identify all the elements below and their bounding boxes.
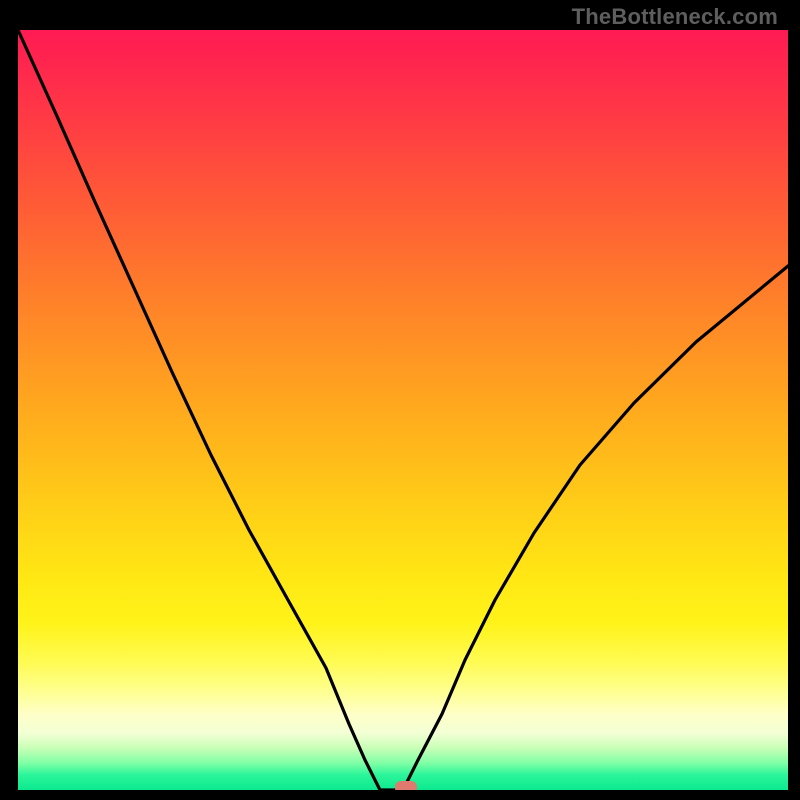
plot-area — [18, 30, 788, 790]
curve-left-branch — [18, 30, 380, 790]
curve-right-branch — [403, 266, 788, 790]
current-point-marker — [395, 781, 417, 790]
watermark-text: TheBottleneck.com — [572, 4, 778, 30]
curve-layer — [18, 30, 788, 790]
chart-frame: TheBottleneck.com — [0, 0, 800, 800]
